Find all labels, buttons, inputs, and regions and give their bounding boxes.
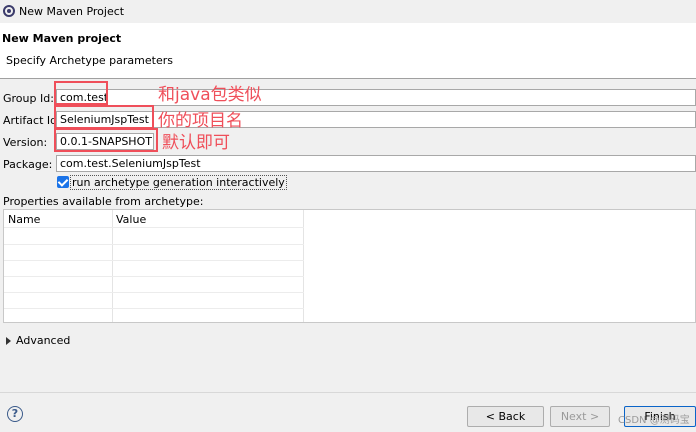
group-id-highlight (54, 81, 108, 105)
page-title: New Maven project (2, 32, 122, 45)
group-id-field[interactable]: com.test (56, 89, 696, 106)
next-button[interactable]: Next > (550, 406, 610, 427)
version-highlight (54, 128, 158, 152)
column-header-name[interactable]: Name (8, 213, 40, 226)
package-label: Package: (3, 158, 53, 171)
help-icon[interactable]: ? (7, 406, 23, 422)
eclipse-icon (3, 5, 15, 17)
row-line (4, 308, 304, 309)
row-line (4, 260, 304, 261)
row-line (4, 292, 304, 293)
group-id-label: Group Id: (3, 92, 54, 105)
window-title: New Maven Project (19, 5, 125, 18)
interactive-checkbox[interactable] (57, 176, 69, 188)
group-id-annotation: 和java包类似 (158, 85, 262, 105)
back-button[interactable]: < Back (467, 406, 544, 427)
footer-divider (0, 392, 696, 393)
version-annotation: 默认即可 (162, 133, 230, 153)
page-subtitle: Specify Archetype parameters (6, 54, 173, 67)
row-line (4, 276, 304, 277)
expand-arrow-icon[interactable] (6, 337, 11, 345)
properties-table[interactable]: Name Value (3, 209, 696, 323)
interactive-checkbox-label[interactable]: run archetype generation interactively (70, 175, 287, 190)
column-header-value[interactable]: Value (116, 213, 146, 226)
advanced-toggle[interactable]: Advanced (16, 334, 70, 347)
artifact-id-highlight (54, 105, 154, 129)
properties-label: Properties available from archetype: (3, 195, 204, 208)
artifact-id-label: Artifact Id: (3, 114, 61, 127)
wizard-header: New Maven project Specify Archetype para… (0, 23, 696, 78)
package-field[interactable]: com.test.SeleniumJspTest (56, 155, 696, 172)
watermark: CSDN @测码宝 (618, 415, 690, 426)
row-line (4, 244, 304, 245)
header-row-line (4, 227, 304, 228)
title-bar: New Maven Project (0, 0, 696, 23)
version-label: Version: (3, 136, 48, 149)
